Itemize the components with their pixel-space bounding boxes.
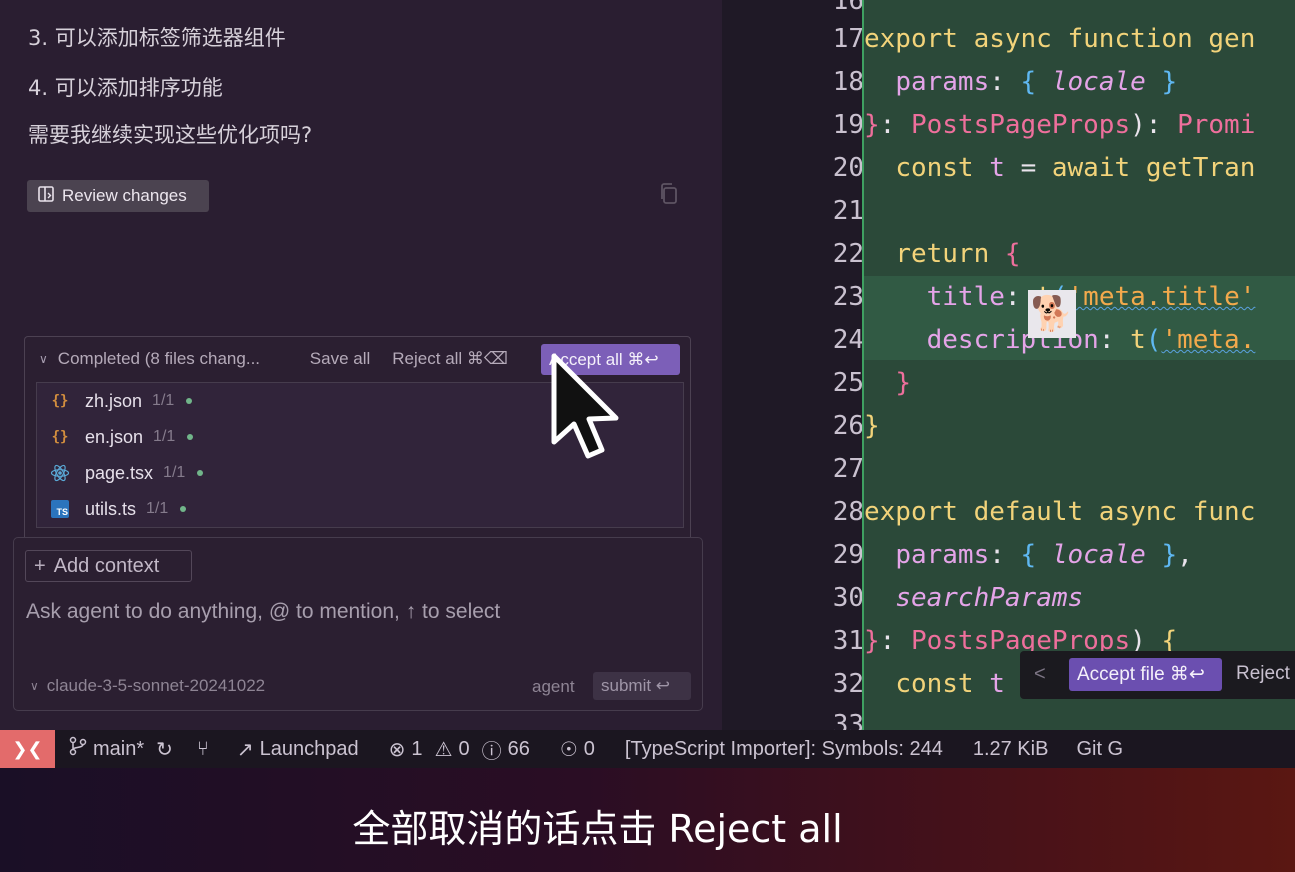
branch-name: main* [93, 737, 145, 760]
review-icon [37, 185, 55, 208]
info-icon: ⓘ [481, 740, 502, 763]
mode-label[interactable]: agent [532, 677, 575, 697]
reject-file-button[interactable]: Reject [1236, 663, 1290, 685]
file-name: zh.json [85, 390, 143, 411]
model-selector[interactable]: ∨ claude-3-5-sonnet-20241022 [30, 676, 265, 696]
launchpad-item[interactable]: ↗ Launchpad [237, 737, 359, 762]
modified-dot-icon [180, 506, 187, 512]
changes-title[interactable]: Completed (8 files chang... [58, 349, 300, 369]
plus-icon: + [34, 554, 46, 577]
file-change-count: 1/1 [153, 428, 176, 445]
subtitle-band: 全部取消的话点击 Reject all [0, 768, 1295, 872]
info-count: 66 [507, 737, 530, 760]
ts-importer-status[interactable]: [TypeScript Importer]: Symbols: 244 [625, 738, 943, 761]
sync-icon[interactable]: ↻ [156, 737, 173, 762]
code-line: searchParams [895, 583, 1084, 613]
error-icon: ⊗ [388, 738, 406, 761]
code-line: } [895, 368, 911, 398]
inline-diff-toolbar: < Accept file ⌘↩ Reject [1020, 651, 1295, 699]
code-line: export async function gen [864, 24, 1256, 54]
prompt-input[interactable] [26, 598, 686, 626]
chat-message-line: 4. 可以添加排序功能 [28, 76, 223, 100]
merge-icon[interactable]: ⑂ [197, 738, 209, 761]
dog-avatar-icon: 🐕 [1028, 290, 1076, 338]
line-number: 18 [832, 67, 864, 97]
line-number: 30 [832, 583, 864, 613]
code-line: const t = await getTran [895, 153, 1256, 183]
remote-icon[interactable]: ❯❮ [0, 730, 55, 768]
review-changes-button[interactable]: Review changes [27, 180, 209, 212]
warning-count: 0 [458, 737, 470, 760]
chat-message-line: 3. 可以添加标签筛选器组件 [28, 26, 286, 50]
mouse-cursor-icon [548, 352, 628, 464]
error-count: 1 [411, 737, 423, 760]
line-number: 16 [832, 0, 864, 16]
warning-icon: ⚠ [434, 738, 453, 761]
composer: + Add context ∨ claude-3-5-sonnet-202410… [13, 537, 703, 711]
chat-message-line: 需要我继续实现这些优化项吗? [28, 123, 313, 147]
line-number: 24 [832, 325, 864, 355]
video-subtitle: 全部取消的话点击 Reject all [352, 807, 843, 851]
line-number: 32 [832, 669, 864, 699]
modified-dot-icon [197, 470, 204, 476]
line-number: 20 [832, 153, 864, 183]
add-context-label: Add context [53, 554, 160, 577]
file-change-count: 1/1 [163, 464, 186, 481]
line-number: 27 [832, 454, 864, 484]
react-icon [49, 462, 71, 484]
launchpad-label: Launchpad [259, 737, 359, 760]
file-change-count: 1/1 [146, 500, 169, 517]
chevron-left-icon[interactable]: < [1034, 663, 1046, 686]
line-number: 26 [832, 411, 864, 441]
chevron-down-icon: ∨ [30, 679, 39, 693]
line-number: 19 [832, 110, 864, 140]
file-name: en.json [85, 426, 144, 447]
status-bar: ❯❮ main* ↻ ⑂ ↗ Launchpad ⊗ 1 ⚠ 0 ⓘ 66 ☉ … [0, 730, 1295, 768]
file-name: page.tsx [85, 462, 154, 483]
line-number: 23 [832, 282, 864, 312]
line-number: 25 [832, 368, 864, 398]
git-graph-item[interactable]: Git G [1076, 738, 1123, 761]
reject-all-button[interactable]: Reject all ⌘⌫ [392, 349, 508, 369]
line-number: 17 [832, 24, 864, 54]
typescript-icon: TS [51, 500, 69, 518]
file-change-count: 1/1 [152, 392, 175, 409]
code-line: return { [895, 239, 1021, 269]
file-name: utils.ts [85, 498, 137, 519]
modified-dot-icon [187, 434, 194, 440]
branch-item[interactable]: main* [69, 736, 144, 762]
broadcast-icon: ☉ [559, 738, 578, 761]
line-number: 31 [832, 626, 864, 656]
code-line: export default async func [864, 497, 1256, 527]
add-context-button[interactable]: + Add context [25, 550, 192, 582]
code-line: params: { locale }, [895, 540, 1193, 570]
code-line: }: PostsPageProps): Promi [864, 110, 1256, 140]
review-changes-label: Review changes [62, 186, 187, 205]
json-icon: {} [51, 429, 69, 445]
copy-icon[interactable] [658, 182, 680, 211]
rocket-icon: ↗ [236, 738, 254, 761]
code-line: params: { locale } [895, 67, 1178, 97]
chevron-down-icon[interactable]: ∨ [39, 352, 48, 366]
modified-dot-icon [186, 398, 193, 404]
file-row[interactable]: TS utils.ts 1/1 [37, 491, 683, 527]
ports-item[interactable]: ☉ 0 [560, 737, 595, 762]
submit-button[interactable]: submit ↩ [593, 672, 691, 700]
code-line: } [864, 411, 880, 441]
model-name: claude-3-5-sonnet-20241022 [46, 676, 266, 695]
line-number: 21 [832, 196, 864, 226]
json-icon: {} [51, 393, 69, 409]
git-branch-icon [69, 736, 87, 762]
line-number: 29 [832, 540, 864, 570]
save-all-button[interactable]: Save all [310, 349, 370, 369]
line-number: 28 [832, 497, 864, 527]
code-line: const t [895, 669, 1005, 699]
accept-file-button[interactable]: Accept file ⌘↩ [1069, 658, 1222, 691]
ports-count: 0 [583, 737, 595, 760]
problems-item[interactable]: ⊗ 1 ⚠ 0 ⓘ 66 [389, 735, 530, 764]
line-number-gutter: 16 17 18 19 20 21 22 23 24 25 26 27 28 2… [722, 0, 864, 740]
file-size: 1.27 KiB [972, 737, 1049, 760]
line-number: 22 [832, 239, 864, 269]
code-editor[interactable]: export async function gen params: { loca… [864, 0, 1295, 730]
